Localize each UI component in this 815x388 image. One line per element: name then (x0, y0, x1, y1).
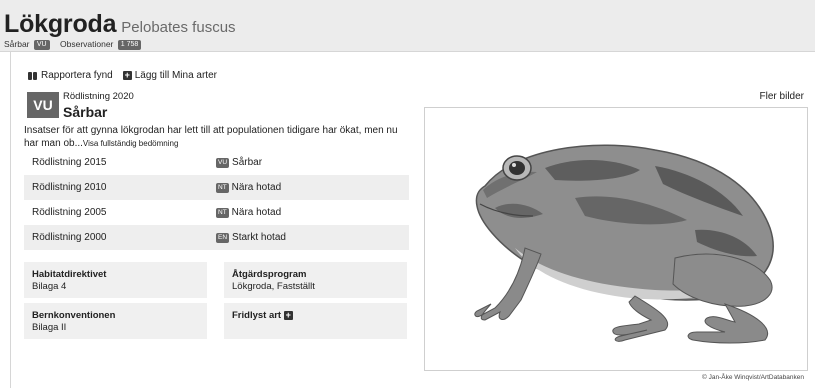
history-badge: VU (216, 157, 230, 168)
action-program-value: Lökgroda, Fastställt (232, 281, 315, 292)
habitat-directive-value: Bilaga 4 (32, 281, 67, 292)
status-label: Sårbar (4, 39, 30, 49)
history-status: NT Nära hotad (216, 182, 281, 193)
bern-convention-card: Bernkonventionen Bilaga II (24, 303, 207, 339)
species-common-name: Lökgroda (4, 10, 117, 38)
habitat-directive-card: Habitatdirektivet Bilaga 4 (24, 262, 207, 298)
history-status: EN Starkt hotad (216, 232, 286, 243)
redlist-history: Rödlistning 2015 VU Sårbar Rödlistning 20… (24, 150, 409, 250)
habitat-directive-title: Habitatdirektivet (32, 269, 107, 280)
description-text: Insatser för att gynna lökgrodan har let… (24, 125, 398, 149)
history-year: Rödlistning 2015 (32, 157, 107, 168)
history-status-text: Sårbar (232, 157, 263, 168)
page-title: Lökgroda Pelobates fuscus (4, 10, 236, 39)
history-row: Rödlistning 2015 VU Sårbar (24, 150, 409, 175)
observations-count-badge: 1 758 (117, 40, 142, 50)
add-to-my-species-button[interactable]: + Lägg till Mina arter (122, 70, 217, 81)
action-program-card: Åtgärdsprogram Lökgroda, Fastställt (224, 262, 407, 298)
bern-convention-value: Bilaga II (32, 322, 67, 333)
plus-square-icon: + (122, 70, 132, 80)
history-badge: NT (216, 207, 229, 218)
add-to-my-species-label: Lägg till Mina arter (134, 70, 217, 81)
binoculars-icon (27, 71, 38, 80)
history-badge: NT (216, 182, 229, 193)
history-status: VU Sårbar (216, 157, 262, 168)
protected-species-label: Fridlyst art (232, 310, 282, 321)
redlist-description: Insatser för att gynna lökgrodan har let… (24, 124, 414, 150)
history-row: Rödlistning 2005 NT Nära hotad (24, 200, 409, 225)
redlist-category-box: VU (27, 92, 59, 118)
redlist-status: Sårbar (63, 104, 108, 120)
history-year: Rödlistning 2005 (32, 207, 107, 218)
history-status-text: Starkt hotad (232, 232, 286, 243)
history-year: Rödlistning 2000 (32, 232, 107, 243)
observations-link[interactable]: Observationer (60, 39, 113, 49)
report-find-label: Rapportera fynd (41, 70, 113, 81)
species-subline: Sårbar VU Observationer 1 758 (4, 39, 142, 50)
history-status: NT Nära hotad (216, 207, 281, 218)
history-badge: EN (216, 232, 230, 243)
show-full-assessment-link[interactable]: Visa fullständig bedömning (83, 139, 178, 148)
history-row: Rödlistning 2010 NT Nära hotad (24, 175, 409, 200)
history-row: Rödlistning 2000 EN Starkt hotad (24, 225, 409, 250)
history-year: Rödlistning 2010 (32, 182, 107, 193)
bern-convention-title: Bernkonventionen (32, 310, 116, 321)
report-find-button[interactable]: Rapportera fynd (27, 70, 113, 81)
action-bar: Rapportera fynd + Lägg till Mina arter (27, 70, 217, 81)
history-status-text: Nära hotad (231, 182, 282, 193)
plus-square-icon[interactable]: + (283, 311, 293, 320)
frog-illustration (474, 144, 774, 344)
protected-species-card: Fridlyst art + (224, 303, 407, 339)
species-photo[interactable] (424, 107, 808, 371)
action-program-title: Åtgärdsprogram (232, 269, 307, 280)
status-badge: VU (33, 40, 50, 50)
main-content: Rapportera fynd + Lägg till Mina arter V… (10, 52, 815, 388)
protected-species-title: Fridlyst art + (232, 310, 399, 322)
photo-credit: © Jan-Åke Winqvist/ArtDatabanken (702, 374, 804, 381)
species-header: Lökgroda Pelobates fuscus Sårbar VU Obser… (0, 0, 815, 52)
more-images-link[interactable]: Fler bilder (760, 91, 804, 102)
history-status-text: Nära hotad (231, 207, 282, 218)
species-latin-name: Pelobates fuscus (121, 19, 236, 36)
redlist-year: Rödlistning 2020 (63, 91, 134, 102)
